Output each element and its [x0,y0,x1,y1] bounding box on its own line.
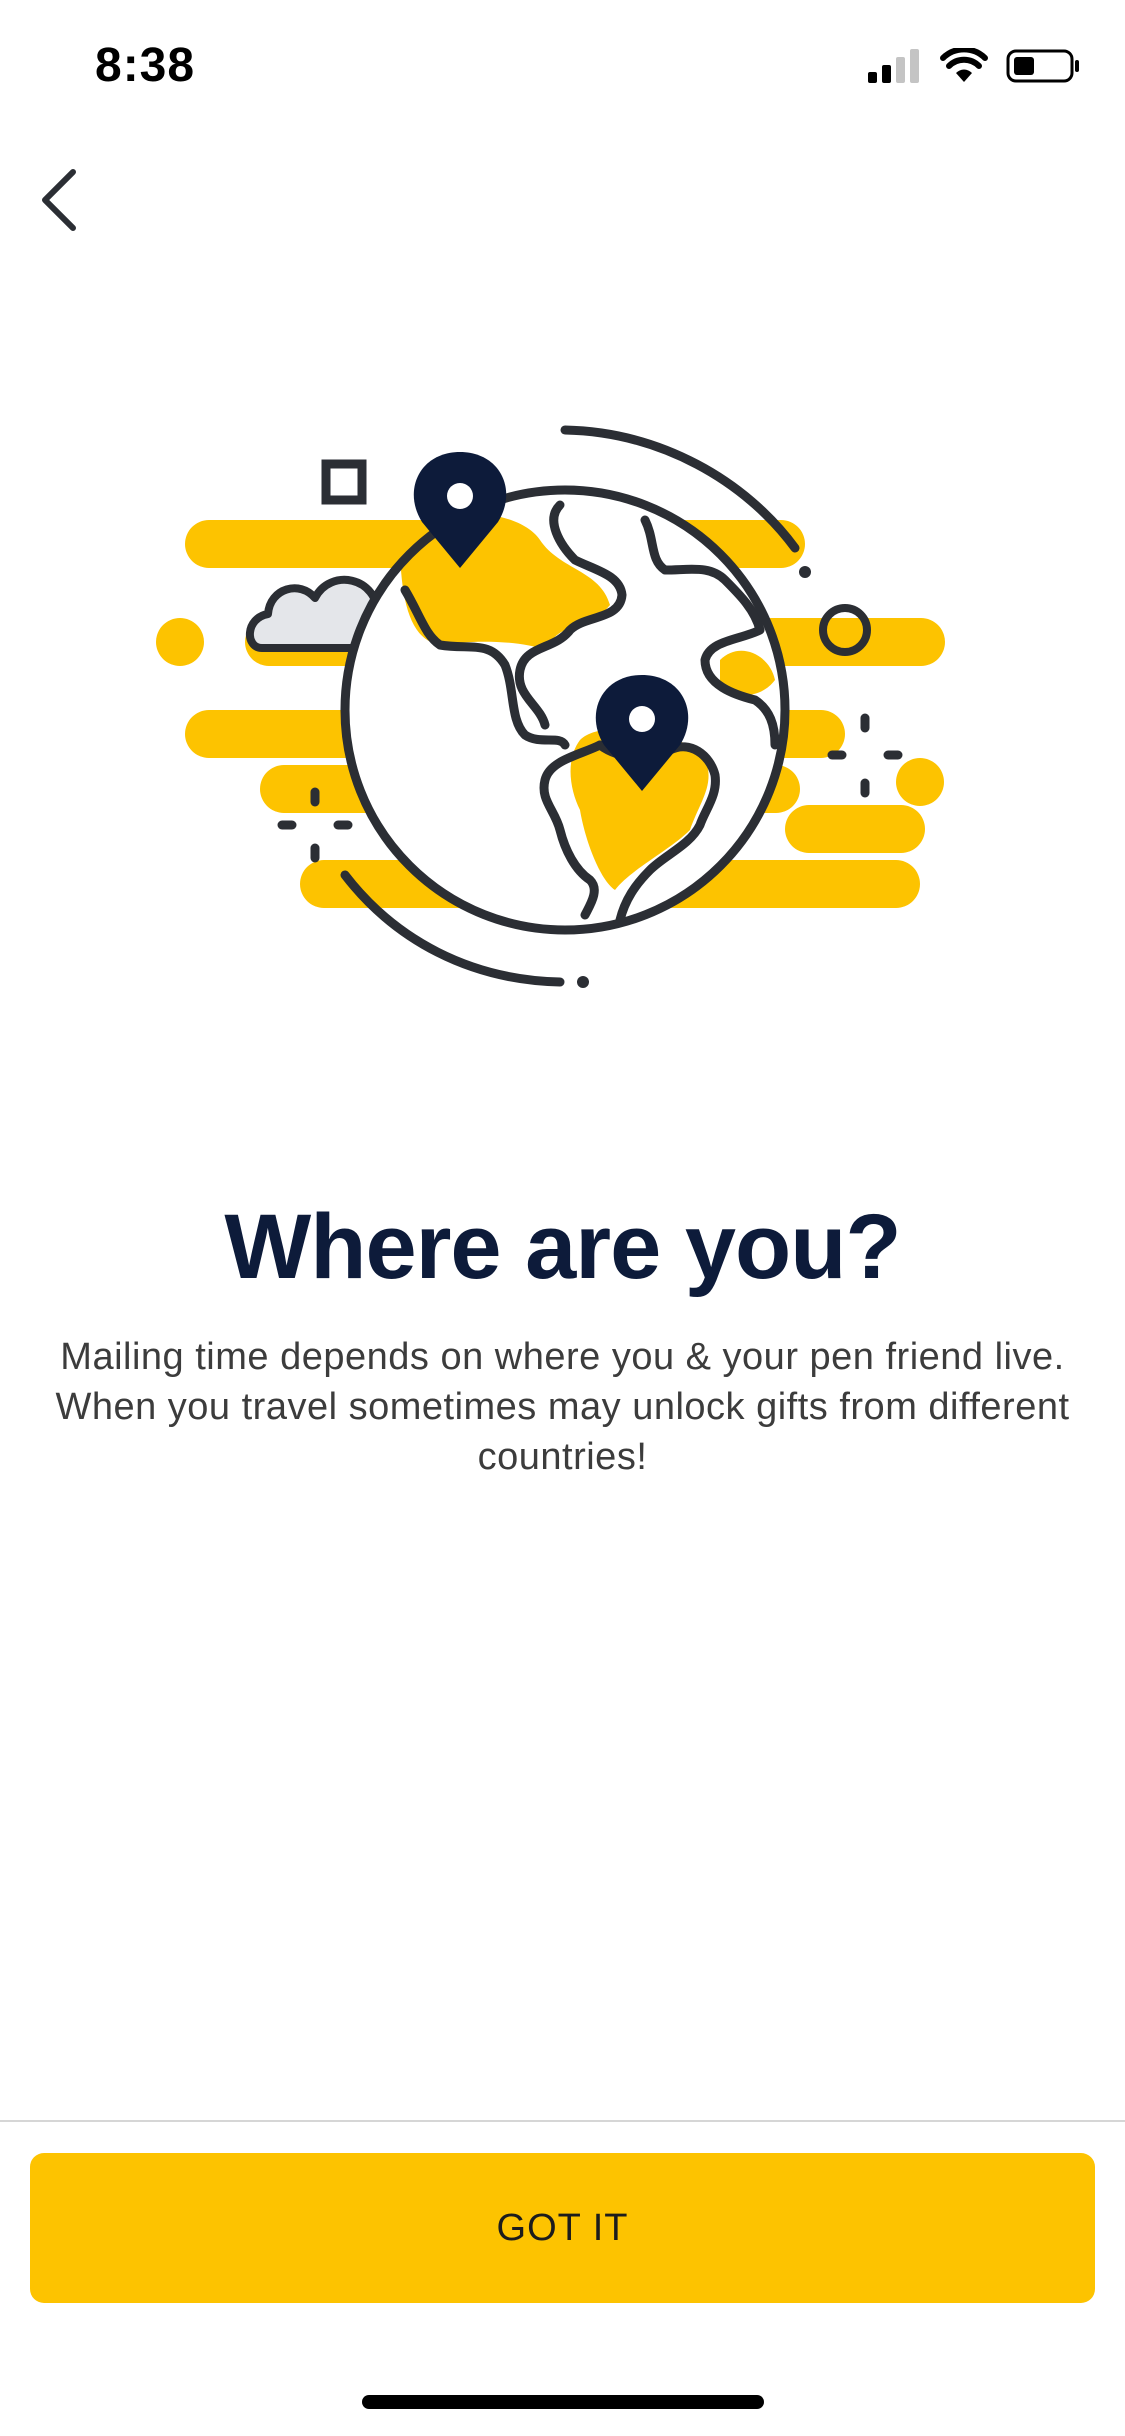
status-time: 8:38 [95,39,196,92]
battery-icon [1006,49,1079,83]
status-bar: 8:38 [0,0,1125,135]
globe-with-map-pins-icon [156,425,945,988]
page-description: Mailing time depends on where you & your… [55,1336,1070,1478]
got-it-button[interactable]: GOT IT [30,2153,1095,2303]
globe-illustration [0,400,1125,1020]
cellular-signal-icon [868,49,919,83]
chevron-left-icon [42,169,76,231]
wifi-icon [940,48,988,82]
page-title: Where are you? [224,1196,901,1298]
footer-divider [0,2120,1125,2122]
status-icons [866,48,1080,84]
home-indicator[interactable] [362,2395,764,2409]
square-shape [321,459,367,505]
got-it-button-label: GOT IT [496,2206,629,2249]
back-button[interactable] [14,155,104,245]
